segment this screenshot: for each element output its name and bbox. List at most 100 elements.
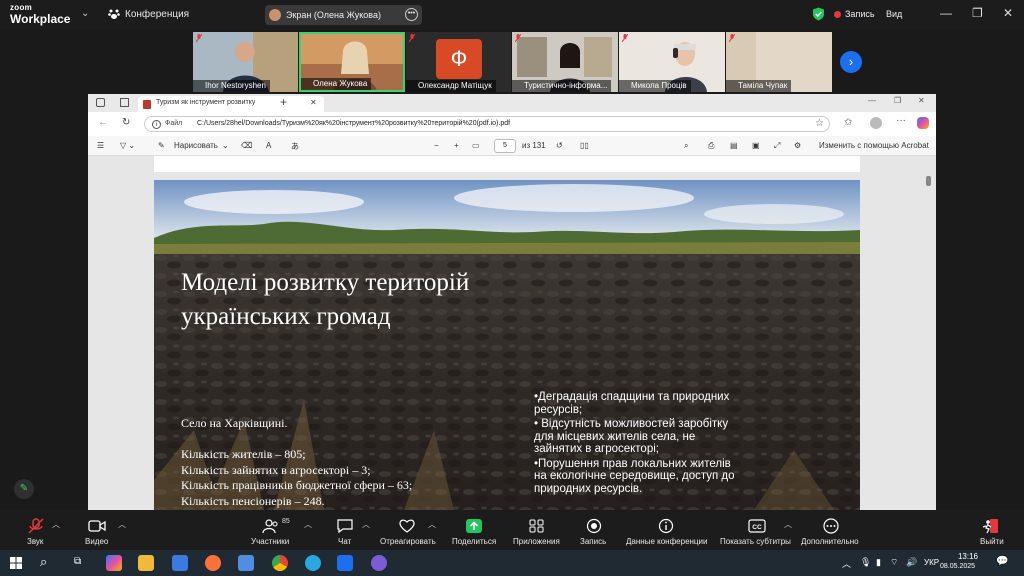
participant-tile-active-speaker[interactable]: Олена Жукова xyxy=(299,32,405,92)
restore-icon[interactable]: ❐ xyxy=(894,96,901,105)
participant-tile[interactable]: Туристично-інформа... xyxy=(512,32,618,92)
restore-icon[interactable]: ❐ xyxy=(972,6,983,20)
windows-start-icon[interactable] xyxy=(10,557,22,569)
close-icon[interactable]: ✕ xyxy=(918,96,925,105)
view-menu[interactable]: Вид xyxy=(886,9,902,19)
page-number-input[interactable]: 5 xyxy=(494,139,516,153)
participant-tile[interactable]: Ф Олександр Матіщук xyxy=(406,32,511,92)
page-view-icon[interactable]: ▯▯ xyxy=(580,141,589,150)
store-app-icon[interactable] xyxy=(172,555,188,571)
gear-icon[interactable]: ⚙ xyxy=(794,141,801,150)
more-options-icon[interactable]: ••• xyxy=(405,8,418,21)
new-tab-button[interactable]: + xyxy=(280,95,287,109)
chevron-up-icon[interactable]: ︿ xyxy=(784,519,792,530)
chrome-icon[interactable] xyxy=(272,555,288,571)
save-as-icon[interactable]: ▣ xyxy=(752,141,760,150)
draw-button[interactable]: Нарисовать xyxy=(174,141,218,150)
refresh-icon[interactable]: ↻ xyxy=(122,117,130,128)
slide-title-line: Моделі розвитку територій xyxy=(181,269,470,296)
chevron-down-icon[interactable]: ⌄ xyxy=(222,141,229,150)
chevron-up-icon[interactable]: ︿ xyxy=(118,519,126,530)
zoom-in-icon[interactable]: + xyxy=(454,141,459,150)
copilot-icon[interactable] xyxy=(917,117,929,129)
address-bar[interactable]: i Файл C:/Users/28hel/Downloads/Туризм%2… xyxy=(144,116,830,132)
eraser-icon[interactable]: ⌫ xyxy=(241,141,252,150)
video-camera-icon xyxy=(88,520,106,532)
slide-title: Моделі розвитку територій українських гр… xyxy=(181,266,601,334)
minimize-icon[interactable]: — xyxy=(868,96,876,105)
profile-icon[interactable] xyxy=(870,117,882,129)
print-icon[interactable]: ⎙ xyxy=(708,141,714,151)
zoom-app-icon[interactable] xyxy=(337,555,353,571)
browser-tab[interactable]: Туризм як інструмент розвитку ✕ xyxy=(138,96,324,112)
language-indicator[interactable]: УКР xyxy=(924,558,939,567)
copilot-app-icon[interactable] xyxy=(106,555,122,571)
chevron-up-icon[interactable]: ︿ xyxy=(304,519,312,530)
screen-share-indicator[interactable]: Экран (Олена Жукова) ••• xyxy=(265,5,422,25)
search-icon[interactable]: ⌕ xyxy=(684,141,688,151)
back-icon[interactable]: ← xyxy=(98,117,108,128)
tab-actions-icon[interactable] xyxy=(120,98,129,107)
save-icon[interactable]: ▤ xyxy=(730,141,738,150)
file-explorer-icon[interactable] xyxy=(138,555,154,571)
shield-check-icon[interactable] xyxy=(812,7,825,21)
edit-with-acrobat-button[interactable]: Изменить с помощью Acrobat xyxy=(819,141,929,150)
fit-page-icon[interactable]: ▭ xyxy=(472,141,480,150)
firefox-icon[interactable] xyxy=(205,555,221,571)
favorites-icon[interactable]: ✩ xyxy=(844,117,852,128)
highlight-icon[interactable]: ▽ ⌄ xyxy=(120,141,135,150)
volume-icon[interactable]: 🔊 xyxy=(906,557,917,568)
chevron-down-icon[interactable]: ⌄ xyxy=(81,8,89,19)
chevron-up-icon[interactable]: ︿ xyxy=(842,557,851,570)
chevron-up-icon[interactable]: ︿ xyxy=(428,519,436,530)
translate-icon[interactable]: あ xyxy=(291,141,299,152)
search-icon[interactable]: ⌕ xyxy=(40,554,47,570)
heart-icon xyxy=(399,519,415,533)
workspaces-icon[interactable] xyxy=(96,98,105,107)
record-label: Запись xyxy=(580,537,607,546)
mic-icon[interactable]: 🎙 xyxy=(860,557,871,568)
participant-tile[interactable]: Микола Проців xyxy=(619,32,725,92)
annotate-pen-icon[interactable]: ✎ xyxy=(14,479,34,499)
mic-muted-icon xyxy=(28,518,44,534)
close-icon[interactable]: ✕ xyxy=(1003,6,1013,20)
rotate-icon[interactable]: ↺ xyxy=(556,141,563,150)
fullscreen-icon[interactable]: ⤢ xyxy=(774,141,780,151)
viber-icon[interactable] xyxy=(371,555,387,571)
zoom-out-icon[interactable]: − xyxy=(434,141,439,150)
participant-tile[interactable]: Таміла Чупак xyxy=(726,32,832,92)
minimize-icon[interactable]: — xyxy=(940,6,952,20)
battery-icon[interactable]: ▮ xyxy=(876,557,881,568)
chevron-up-icon[interactable]: ︿ xyxy=(362,519,370,530)
next-page-icon[interactable]: › xyxy=(840,51,862,73)
chat-icon xyxy=(337,519,353,534)
notifications-icon[interactable]: 💬 xyxy=(996,556,1008,567)
task-view-icon[interactable]: ⧉ xyxy=(74,556,81,567)
taskbar-time[interactable]: 13:16 xyxy=(948,552,978,561)
star-icon[interactable]: ☆ xyxy=(815,118,824,129)
recording-label[interactable]: Запись xyxy=(845,9,875,19)
taskbar-date[interactable]: 08.05.2025 xyxy=(940,563,975,570)
close-icon[interactable]: ✕ xyxy=(310,98,317,107)
contents-icon[interactable]: ☰ xyxy=(97,141,104,150)
telegram-icon[interactable] xyxy=(305,555,321,571)
save-app-icon[interactable] xyxy=(238,555,254,571)
participant-name: Таміла Чупак xyxy=(726,80,792,92)
info-icon[interactable]: i xyxy=(152,120,161,129)
captions-label: Показать субтитры xyxy=(720,537,791,546)
scrollbar-thumb[interactable] xyxy=(926,176,931,186)
participant-tile[interactable]: Ihor Nestoryshen xyxy=(193,32,298,92)
read-aloud-icon[interactable]: A xyxy=(266,141,271,150)
mic-muted-icon xyxy=(729,34,735,42)
address-scheme: Файл xyxy=(165,120,183,127)
apps-label: Приложения xyxy=(513,537,560,546)
zoom-logo-text: zoom xyxy=(10,3,33,12)
statistic-line: Кількість жителів – 805; xyxy=(181,447,306,461)
more-label: Дополнительно xyxy=(801,537,859,546)
pdf-viewer[interactable]: Моделі розвитку територій українських гр… xyxy=(88,156,936,510)
share-label: Поделиться xyxy=(452,537,497,546)
draw-icon[interactable]: ✎ xyxy=(158,141,165,150)
wifi-icon[interactable]: ⌔ xyxy=(890,557,898,568)
more-icon[interactable]: ··· xyxy=(896,115,906,126)
chevron-up-icon[interactable]: ︿ xyxy=(52,519,60,530)
